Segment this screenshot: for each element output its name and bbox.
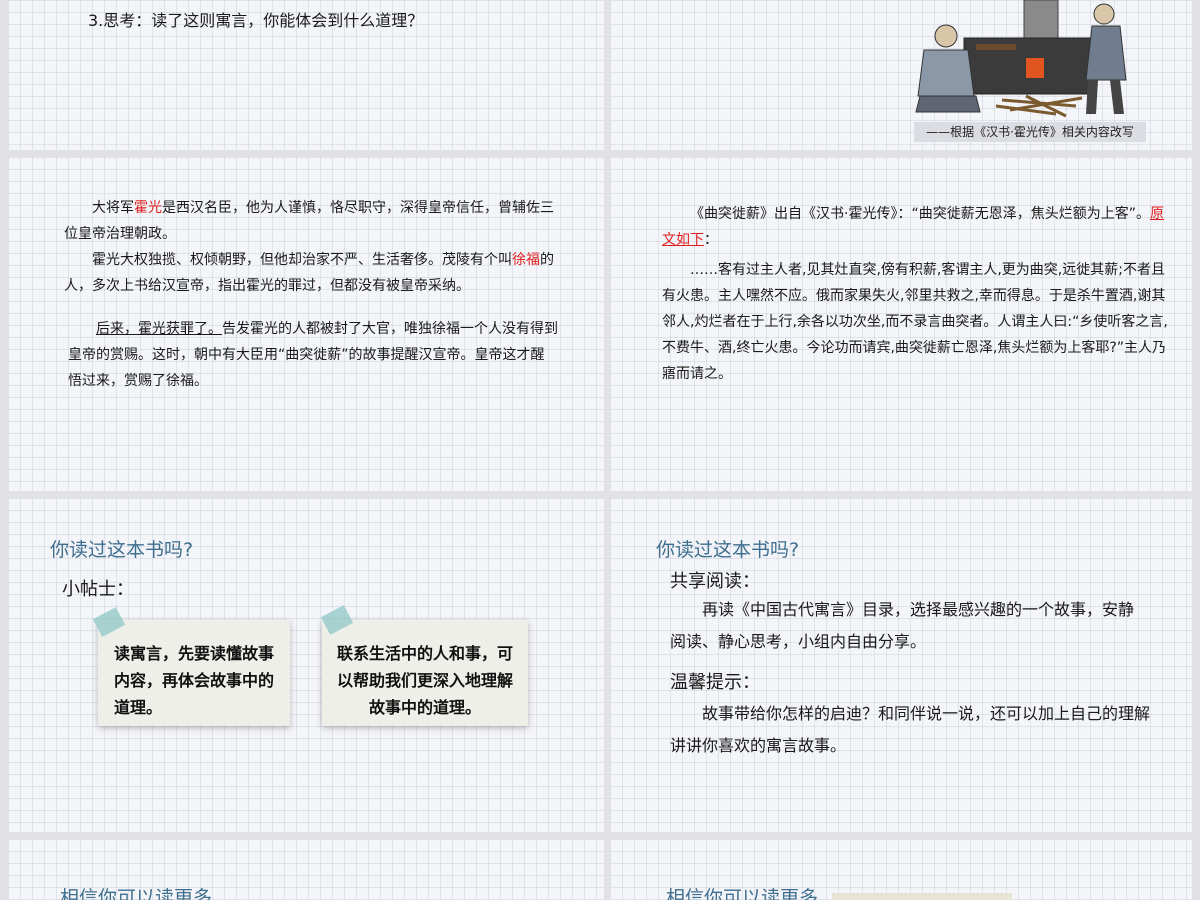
tip-note-2: 联系生活中的人和事，可以帮助我们更深入地理解故事中的道理。 <box>322 620 528 726</box>
slide-illustration: ——根据《汉书·霍光传》相关内容改写 <box>610 0 1192 150</box>
decorative-bar <box>832 893 1012 900</box>
tip-text: 故事带给你怎样的启迪？和同伴说一说，还可以加上自己的理解讲讲你喜欢的寓言故事。 <box>670 698 1150 762</box>
read-more-heading: 相信你可以读更多 <box>666 887 819 900</box>
source-paragraph: 《曲突徙薪》出自《汉书·霍光传》：“曲突徙薪无恩泽，焦头烂额为上客”。原文如下： <box>662 201 1172 253</box>
name-highlight-xufu: 徐福 <box>512 252 540 268</box>
question-text: 3.思考：读了这则寓言，你能体会到什么道理？ <box>88 11 424 30</box>
text-run: 《曲突徙薪》出自《汉书·霍光传》：“曲突徙薪无恩泽，焦头烂额为上客”。 <box>690 206 1150 222</box>
classical-text-paragraph: ……客有过主人者,见其灶直突,傍有积薪,客谓主人,更为曲突,远徙其薪;不者且有火… <box>662 257 1174 387</box>
tips-subheading: 小帖士： <box>62 579 134 600</box>
name-highlight-huoguang: 霍光 <box>134 200 162 216</box>
slide-story: 大将军霍光是西汉名臣，他为人谨慎，恪尽职守，深得皇帝信任，曾辅佐三位皇帝治理朝政… <box>8 157 604 491</box>
section-heading: 你读过这本书吗? <box>50 539 194 561</box>
tip-note-1-text: 读寓言，先要读懂故事内容，再体会故事中的道理。 <box>114 644 275 717</box>
slide-reading-tips: 你读过这本书吗? 小帖士： 读寓言，先要读懂故事内容，再体会故事中的道理。 联系… <box>8 498 604 832</box>
classical-text: ……客有过主人者,见其灶直突,傍有积薪,客谓主人,更为曲突,远徙其薪;不者且有火… <box>662 262 1168 382</box>
tip-note-2-text: 联系生活中的人和事，可以帮助我们更深入地理解故事中的道理。 <box>336 644 513 717</box>
slide-original-text: 《曲突徙薪》出自《汉书·霍光传》：“曲突徙薪无恩泽，焦头烂额为上客”。原文如下：… <box>610 157 1192 491</box>
share-text-content: 再读《中国古代寓言》目录，选择最感兴趣的一个故事，安静阅读、静心思考，小组内自由… <box>670 600 1135 651</box>
illustration-caption: ——根据《汉书·霍光传》相关内容改写 <box>914 122 1146 142</box>
text-run: 大将军 <box>92 200 134 216</box>
read-more-heading: 相信你可以读更多 <box>60 887 213 900</box>
underlined-text: 后来，霍光获罪了。 <box>96 321 222 337</box>
share-title: 共享阅读： <box>670 571 760 592</box>
story-paragraph-1: 大将军霍光是西汉名臣，他为人谨慎，恪尽职守，深得皇帝信任，曾辅佐三位皇帝治理朝政… <box>64 195 554 247</box>
slide-shared-reading: 你读过这本书吗? 共享阅读： 再读《中国古代寓言》目录，选择最感兴趣的一个故事，… <box>610 498 1192 832</box>
section-heading: 你读过这本书吗? <box>656 539 800 561</box>
story-paragraph-3: 后来，霍光获罪了。告发霍光的人都被封了大官，唯独徐福一个人没有得到皇帝的赏赐。这… <box>68 316 558 394</box>
tip-note-1: 读寓言，先要读懂故事内容，再体会故事中的道理。 <box>98 620 290 726</box>
slide-read-more-left: 相信你可以读更多 <box>8 839 604 900</box>
text-run: ： <box>704 232 718 248</box>
stove-illustration <box>915 0 1127 118</box>
slide-read-more-right: 相信你可以读更多 <box>610 839 1192 900</box>
share-text: 再读《中国古代寓言》目录，选择最感兴趣的一个故事，安静阅读、静心思考，小组内自由… <box>670 594 1142 658</box>
tip-title: 温馨提示： <box>670 672 760 693</box>
slide-question: 3.思考：读了这则寓言，你能体会到什么道理？ <box>8 0 604 150</box>
text-run: 霍光大权独揽、权倾朝野，但他却治家不严、生活奢侈。茂陵有个叫 <box>92 252 512 268</box>
story-paragraph-2: 霍光大权独揽、权倾朝野，但他却治家不严、生活奢侈。茂陵有个叫徐福的人，多次上书给… <box>64 247 554 299</box>
tip-text-content: 故事带给你怎样的启迪？和同伴说一说，还可以加上自己的理解讲讲你喜欢的寓言故事。 <box>670 704 1151 755</box>
